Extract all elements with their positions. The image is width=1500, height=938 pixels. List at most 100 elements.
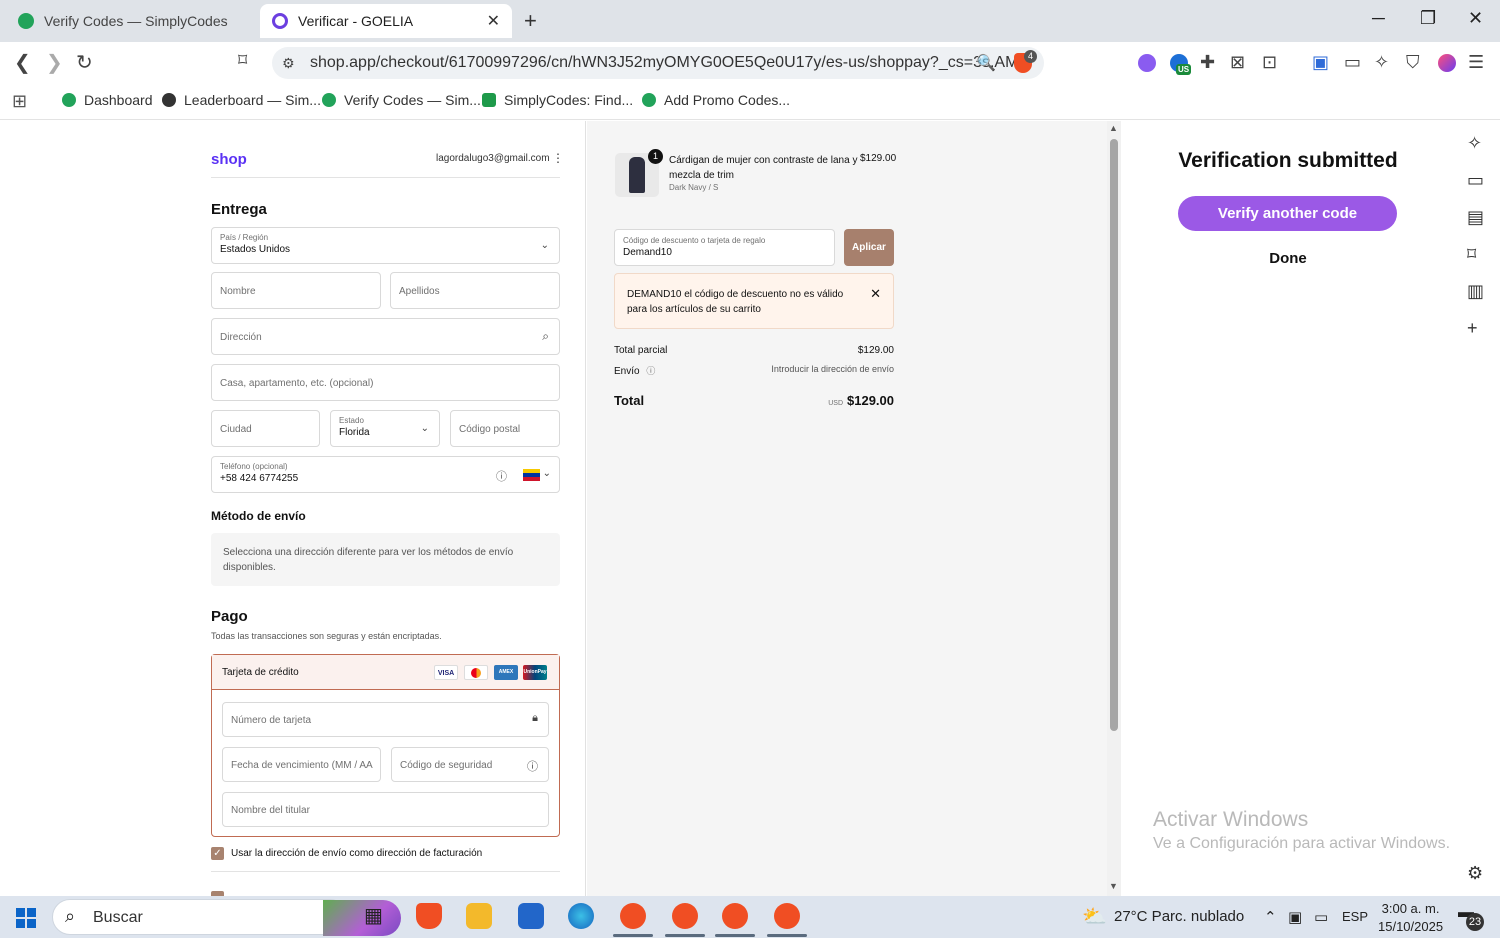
browser-toolbar: ❮ ❯ ↻ ⌑ ⚙ shop.app/checkout/61700997296/… [0,42,1500,84]
sidebar-toggle-icon[interactable]: ▣ [1312,52,1329,73]
taskbar-search[interactable]: ⌕ Buscar [52,899,401,936]
bookmark-leaderboard[interactable]: Leaderboard — Sim... [162,92,321,108]
brave-window-icon[interactable] [722,903,748,929]
help-icon[interactable]: ⓘ [527,758,538,774]
bookmark-dashboard[interactable]: Dashboard [62,92,153,108]
cvv-field[interactable]: Código de seguridad ⓘ [391,747,549,782]
leo-ai-icon[interactable]: ✧ [1467,133,1482,154]
profile-icon[interactable] [1438,54,1456,72]
brave-app-icon[interactable] [416,903,442,929]
field-value: Demand10 [623,247,672,258]
last-name-field[interactable]: Apellidos [390,272,560,309]
back-icon[interactable]: ❮ [14,50,31,75]
reader-mode-icon[interactable]: ⊠ [1230,52,1245,73]
puzzle-extensions-icon[interactable]: ✚ [1200,52,1215,73]
placeholder: Fecha de vencimiento (MM / AA [231,760,373,771]
forward-icon[interactable]: ❯ [46,50,63,75]
notifications-button[interactable]: ▬ 23 [1458,904,1484,931]
brave-window-icon[interactable] [620,903,646,929]
settings-gear-icon[interactable]: ⚙ [1467,863,1483,884]
reading-list-icon[interactable]: ▥ [1467,281,1484,302]
brave-window-icon[interactable] [774,903,800,929]
chevron-up-icon[interactable]: ⌃ [1264,908,1277,926]
weather-icon[interactable]: ⛅ [1082,904,1107,929]
apply-discount-button[interactable]: Aplicar [844,229,894,266]
weather-text[interactable]: 27°C Parc. nublado [1114,908,1244,925]
card-number-field[interactable]: Número de tarjeta 🔒︎ [222,702,549,737]
tab-goelia[interactable]: Verificar - GOELIA ✕ [260,4,512,38]
shield-count-badge: 4 [1024,50,1037,63]
file-explorer-icon[interactable] [466,903,492,929]
zip-field[interactable]: Código postal [450,410,560,447]
close-icon[interactable]: ✕ [870,286,881,302]
first-name-field[interactable]: Nombre [211,272,381,309]
product-name: Cárdigan de mujer con contraste de lana … [669,155,858,181]
minimize-icon[interactable]: ─ [1372,8,1385,29]
subtotal-row: Total parcial $129.00 [614,345,894,356]
scroll-up-icon[interactable]: ▲ [1109,123,1118,133]
address-bar[interactable]: ⚙ shop.app/checkout/61700997296/cn/hWN3J… [272,47,1044,79]
shop-logo[interactable]: shop [211,151,247,168]
checkout-page: shop lagordalugo3@gmail.com ⋮ Entrega Pa… [0,121,1121,896]
close-window-icon[interactable]: ✕ [1468,8,1483,29]
bookmark-verify-codes[interactable]: Verify Codes — Sim... [322,92,481,108]
screenshot-icon[interactable]: ⊡ [1262,52,1277,73]
windows-start-icon[interactable] [16,908,36,928]
credit-card-option[interactable]: Tarjeta de crédito VISA AMEX UnionPay [212,655,559,690]
expiry-field[interactable]: Fecha de vencimiento (MM / AA [222,747,381,782]
page-scrollbar[interactable]: ▲ ▼ [1107,121,1121,896]
vpn-shield-icon[interactable]: ⛉ [1406,52,1420,73]
notification-count: 23 [1466,913,1484,931]
zoom-icon[interactable]: 🔍 [976,53,996,73]
title-bar: Verify Codes — SimplyCodes Verificar - G… [0,0,1500,42]
address-field[interactable]: Dirección ⌕ [211,318,560,355]
language-indicator[interactable]: ESP [1342,909,1368,924]
restore-icon[interactable]: ❐ [1420,8,1436,29]
extension-icon[interactable] [1138,54,1156,72]
bookmarks-icon[interactable]: ⌑ [1467,244,1476,265]
close-tab-icon[interactable]: ✕ [487,11,500,31]
done-button[interactable]: Done [1121,250,1455,267]
verify-another-button[interactable]: Verify another code [1178,196,1397,231]
state-select[interactable]: Estado Florida ⌄ [330,410,440,447]
scroll-thumb[interactable] [1110,139,1118,731]
media-icon[interactable]: ▭ [1467,170,1484,191]
city-field[interactable]: Ciudad [211,410,320,447]
tab-verify-codes[interactable]: Verify Codes — SimplyCodes [6,4,256,38]
apps-grid-icon[interactable]: ⊞ [12,91,27,112]
goelia-favicon-icon [272,13,288,29]
country-select[interactable]: País / Región Estados Unidos ⌄ [211,227,560,264]
help-icon[interactable]: ⓘ [496,468,507,484]
cardholder-field[interactable]: Nombre del titular [222,792,549,827]
leo-ai-icon[interactable]: ✧ [1374,52,1389,73]
new-tab-icon[interactable]: + [524,8,537,34]
billing-same-checkbox[interactable]: ✓ [211,847,224,860]
bookmark-icon[interactable]: ⌑ [238,50,247,71]
site-info-icon[interactable]: ⚙ [282,55,295,72]
brave-window-icon[interactable] [672,903,698,929]
apartment-field[interactable]: Casa, apartamento, etc. (opcional) [211,364,560,401]
bookmark-label: SimplyCodes: Find... [504,92,634,108]
placeholder: Nombre del titular [231,805,310,816]
menu-icon[interactable]: ☰ [1468,52,1484,73]
phone-field[interactable]: Teléfono (opcional) +58 424 6774255 ⓘ ⌄ [211,456,560,493]
clock[interactable]: 3:00 a. m. 15/10/2025 [1378,900,1443,936]
info-icon[interactable]: ⓘ [646,366,655,376]
active-indicator [767,934,807,937]
bookmark-add-promo[interactable]: Add Promo Codes... [642,92,790,108]
discount-code-input[interactable]: Código de descuento o tarjeta de regalo … [614,229,835,266]
bookmark-simplycodes-find[interactable]: SimplyCodes: Find... [482,92,633,108]
display-icon[interactable]: ▭ [1314,908,1328,926]
network-icon[interactable]: ▣ [1288,908,1302,926]
account-menu-icon[interactable]: ⋮ [552,151,564,165]
edge-icon[interactable] [568,903,594,929]
add-panel-icon[interactable]: + [1467,318,1478,339]
wallet-icon[interactable]: ▤ [1467,207,1484,228]
reload-icon[interactable]: ↻ [76,50,93,75]
shipping-value: Introducir la dirección de envío [771,364,894,374]
task-view-icon[interactable]: ▦ [364,903,390,929]
venezuela-flag-icon[interactable] [523,469,540,481]
store-icon[interactable] [518,903,544,929]
scroll-down-icon[interactable]: ▼ [1109,881,1118,891]
wallet-icon[interactable]: ▭ [1344,52,1361,73]
